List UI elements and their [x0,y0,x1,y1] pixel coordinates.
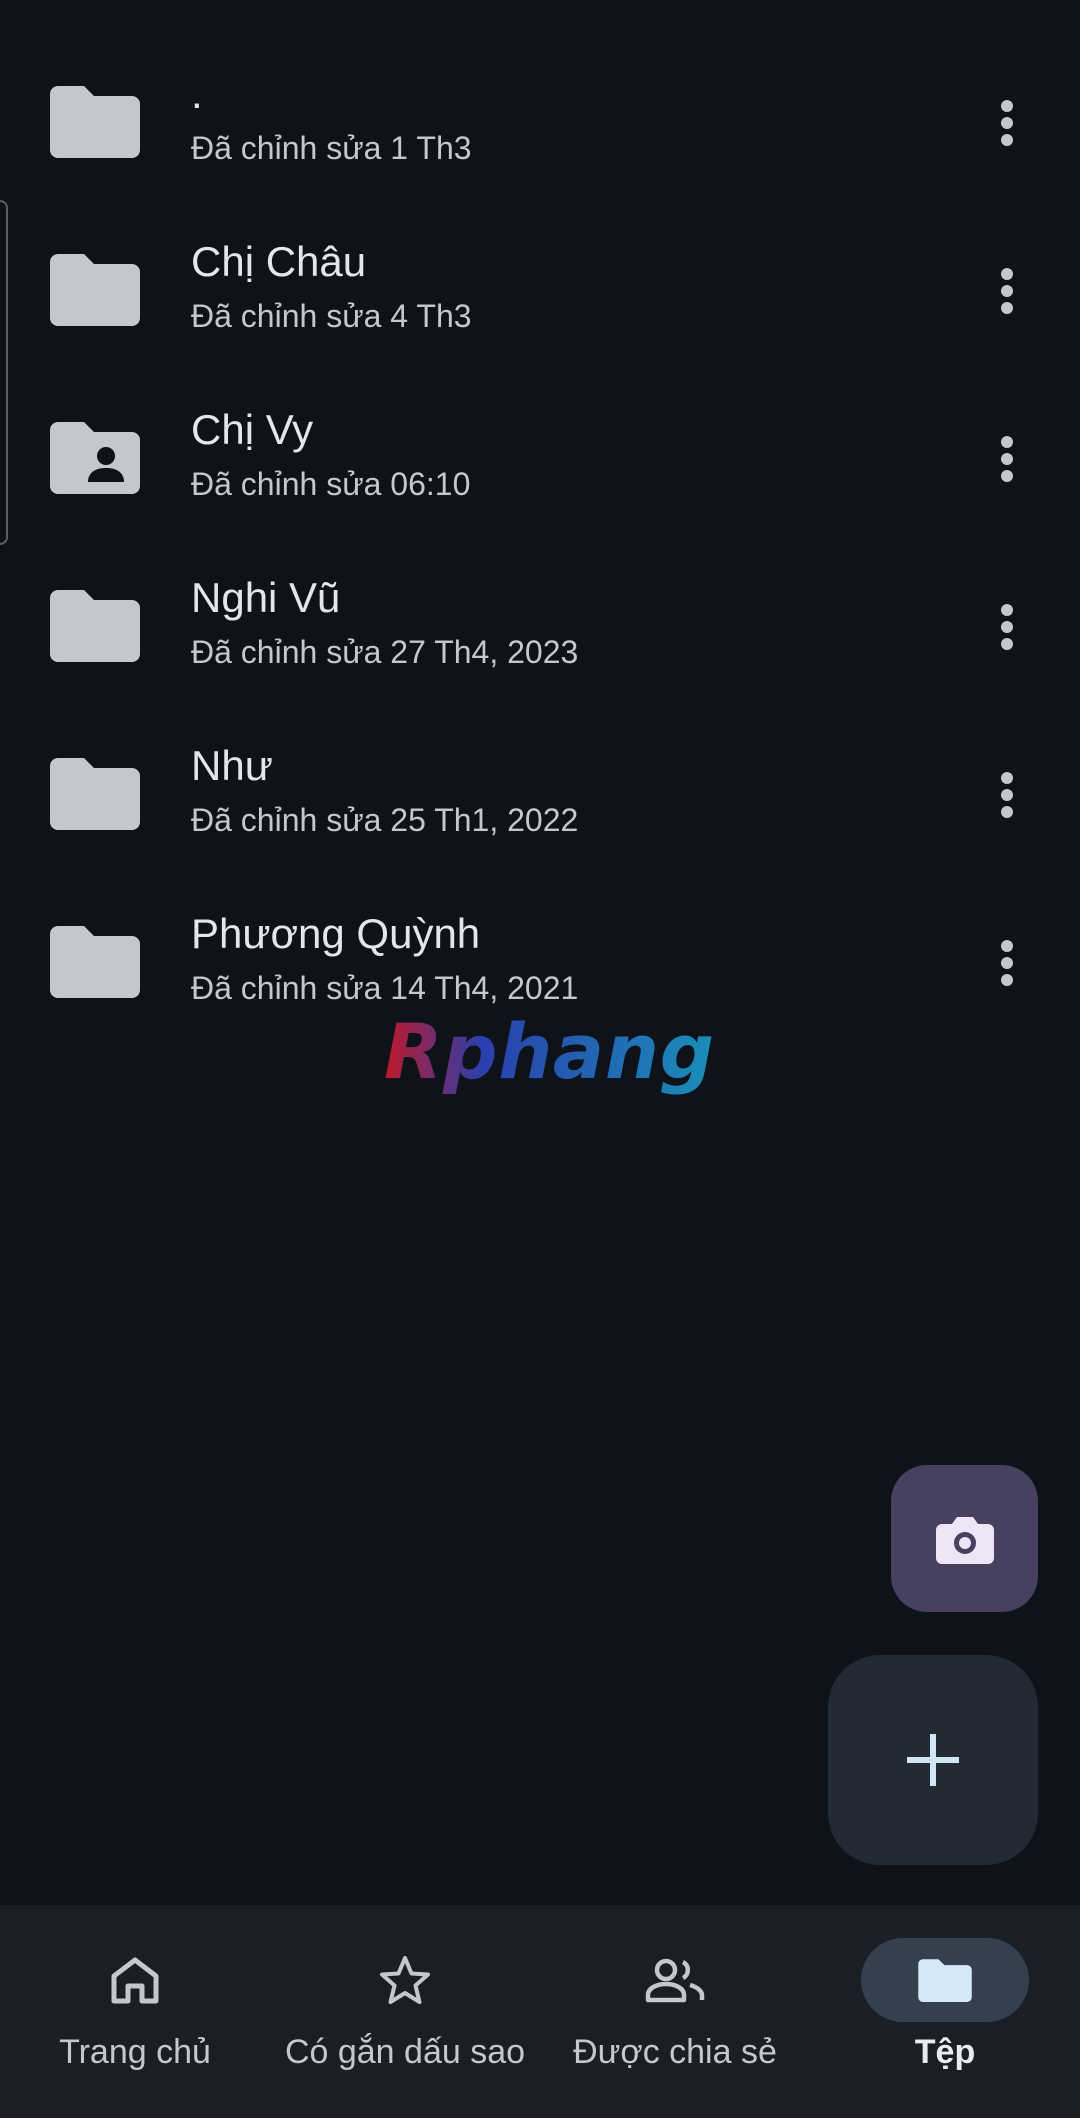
folder-icon [50,86,140,158]
camera-icon [935,1516,994,1564]
more-options-button[interactable] [985,424,1029,494]
nav-shared[interactable]: Được chia sẻ [540,1905,810,2118]
folder-icon [918,1959,972,2002]
more-options-button[interactable] [985,256,1029,326]
watermark-logo: Rphang [384,1010,714,1096]
folder-icon [50,926,140,998]
home-icon [111,1957,159,2004]
file-name: . [191,70,203,117]
file-name: Phương Quỳnh [191,910,481,957]
more-vert-icon [1001,940,1013,986]
new-button[interactable] [828,1655,1038,1865]
file-row[interactable]: . Đã chỉnh sửa 1 Th3 [0,28,1080,196]
more-options-button[interactable] [985,928,1029,998]
nav-icon-container [51,1938,219,2022]
file-modified: Đã chỉnh sửa 4 Th3 [191,298,472,334]
nav-label: Trang chủ [59,2033,211,2071]
nav-home[interactable]: Trang chủ [0,1905,270,2118]
star-icon [380,1956,430,2004]
more-options-button[interactable] [985,88,1029,158]
file-name: Chị Vy [191,406,314,453]
watermark-text: Rphang [384,1010,714,1096]
nav-active-indicator [861,1938,1029,2022]
file-row[interactable]: Chị Châu Đã chỉnh sửa 4 Th3 [0,196,1080,364]
folder-icon [50,758,140,830]
scan-camera-button[interactable] [891,1465,1038,1612]
nav-icon-container [321,1938,489,2022]
more-vert-icon [1001,436,1013,482]
nav-label: Được chia sẻ [573,2033,777,2071]
file-name: Như [191,742,273,789]
more-options-button[interactable] [985,760,1029,830]
people-icon [645,1958,705,2003]
file-row[interactable]: Như Đã chỉnh sửa 25 Th1, 2022 [0,700,1080,868]
nav-files[interactable]: Tệp [810,1905,1080,2118]
nav-label: Tệp [914,2033,976,2071]
file-name: Chị Châu [191,238,367,285]
file-modified: Đã chỉnh sửa 06:10 [191,466,471,502]
more-vert-icon [1001,268,1013,314]
plus-icon [907,1734,959,1786]
shared-folder-icon [50,422,140,494]
nav-label: Có gắn dấu sao [284,2033,526,2071]
file-modified: Đã chỉnh sửa 1 Th3 [191,130,472,166]
more-vert-icon [1001,604,1013,650]
nav-icon-container [591,1938,759,2022]
file-row[interactable]: Chị Vy Đã chỉnh sửa 06:10 [0,364,1080,532]
folder-icon [50,254,140,326]
file-row[interactable]: Nghi Vũ Đã chỉnh sửa 27 Th4, 2023 [0,532,1080,700]
file-modified: Đã chỉnh sửa 14 Th4, 2021 [191,970,579,1006]
folder-icon [50,590,140,662]
more-options-button[interactable] [985,592,1029,662]
more-vert-icon [1001,100,1013,146]
file-modified: Đã chỉnh sửa 25 Th1, 2022 [191,802,579,838]
file-modified: Đã chỉnh sửa 27 Th4, 2023 [191,634,579,670]
nav-starred[interactable]: Có gắn dấu sao [270,1905,540,2118]
bottom-navigation: Trang chủ Có gắn dấu sao Được chia sẻ Tệ… [0,1905,1080,2118]
more-vert-icon [1001,772,1013,818]
file-name: Nghi Vũ [191,574,341,621]
